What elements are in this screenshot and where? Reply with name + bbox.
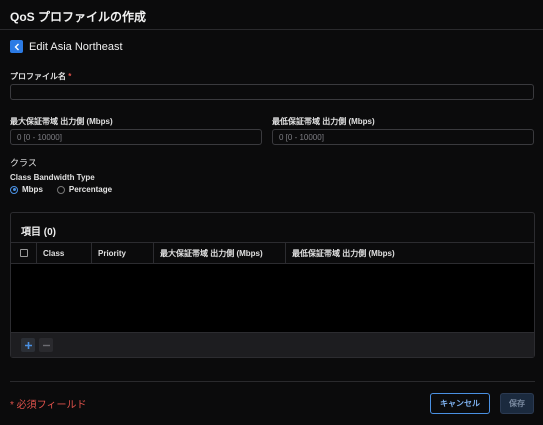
table-title: 項目 (0) (21, 227, 56, 238)
page-title: QoS プロファイルの作成 (10, 10, 147, 24)
table-toolbar (11, 332, 534, 357)
radio-percentage-label: Percentage (68, 185, 113, 194)
footer-divider (10, 381, 535, 382)
radio-mbps[interactable]: Mbps (10, 185, 43, 194)
cancel-button[interactable]: キャンセル (430, 393, 490, 414)
remove-row-button[interactable] (39, 338, 53, 352)
radio-mbps-control[interactable] (10, 185, 18, 194)
required-mark: * (68, 72, 72, 81)
edit-title: Edit Asia Northeast (29, 40, 123, 53)
radio-mbps-label: Mbps (22, 185, 43, 194)
radio-percentage[interactable]: Percentage (56, 185, 113, 194)
min-bandwidth-label: 最低保証帯域 出力側 (Mbps) (272, 117, 375, 126)
page-header: QoS プロファイルの作成 (0, 0, 543, 30)
required-fields-note: * 必須フィールド (10, 400, 87, 411)
max-bandwidth-label: 最大保証帯域 出力側 (Mbps) (10, 117, 113, 126)
table-body (11, 264, 534, 332)
class-table-panel: 項目 (0) Class Priority 最大保証帯域 出力側 (Mbps) … (10, 212, 535, 358)
class-section-title: クラス (10, 158, 37, 168)
add-row-button[interactable] (21, 338, 35, 352)
column-header-min-bandwidth[interactable]: 最低保証帯域 出力側 (Mbps) (286, 243, 534, 263)
column-header-max-bandwidth[interactable]: 最大保証帯域 出力側 (Mbps) (154, 243, 286, 263)
select-all-cell (11, 243, 37, 263)
back-button[interactable] (10, 40, 23, 53)
select-all-checkbox[interactable] (19, 249, 28, 257)
max-bandwidth-input[interactable] (10, 129, 262, 145)
min-bandwidth-input[interactable] (272, 129, 534, 145)
minus-icon (42, 344, 50, 346)
plus-icon (24, 341, 32, 349)
bandwidth-type-radio-group: Mbps Percentage (10, 185, 126, 194)
radio-percentage-control[interactable] (56, 185, 65, 194)
save-button[interactable]: 保存 (500, 393, 534, 414)
column-header-class[interactable]: Class (37, 243, 92, 263)
edit-title-row: Edit Asia Northeast (10, 40, 123, 53)
table-header-row: Class Priority 最大保証帯域 出力側 (Mbps) 最低保証帯域 … (11, 242, 534, 264)
profile-name-label: プロファイル名 * (10, 72, 72, 81)
back-arrow-icon (14, 43, 19, 50)
column-header-priority[interactable]: Priority (92, 243, 154, 263)
profile-name-input[interactable] (10, 84, 534, 100)
class-bandwidth-type-label: Class Bandwidth Type (10, 173, 95, 182)
